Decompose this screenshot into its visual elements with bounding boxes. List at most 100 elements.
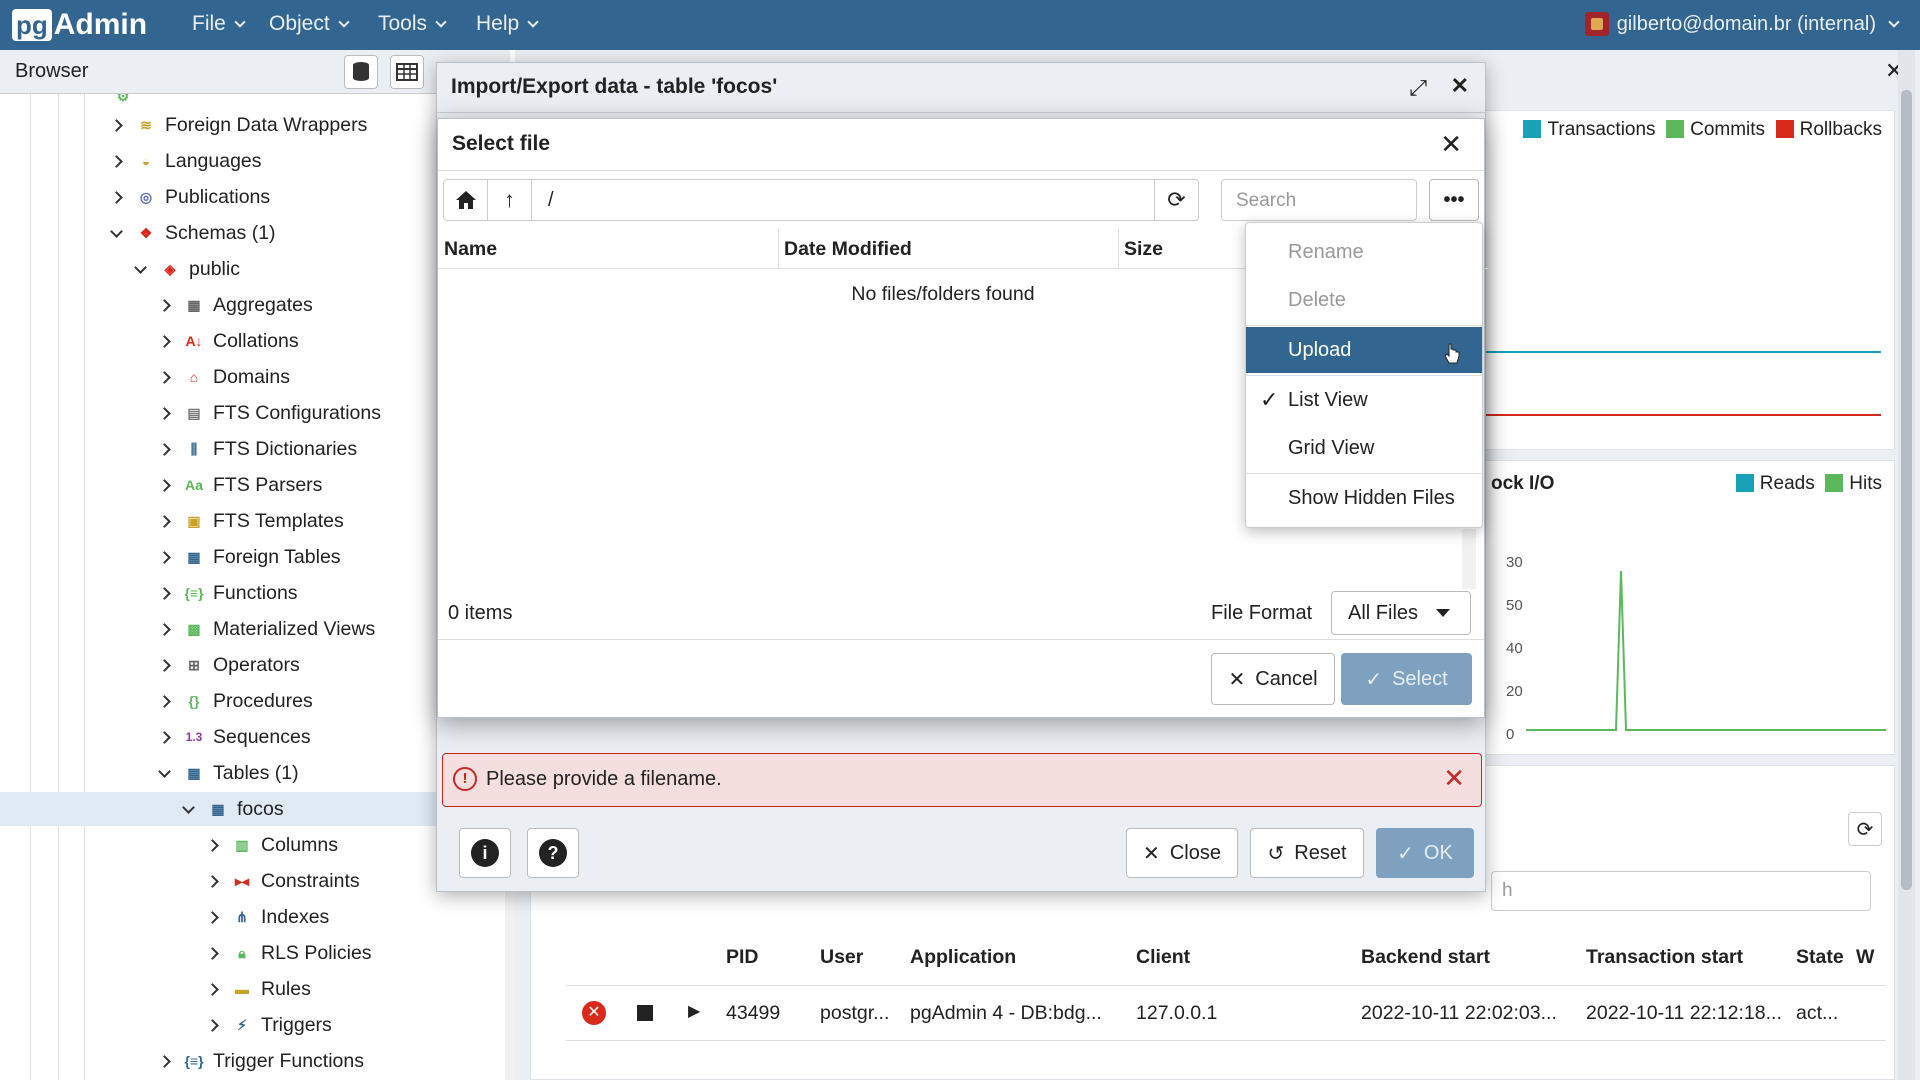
sequence-icon: 1.3 — [185, 730, 203, 744]
tree-node-procedures[interactable]: {} Procedures — [158, 684, 313, 718]
home-button[interactable] — [444, 180, 488, 220]
column-header-name[interactable]: Name — [444, 238, 497, 261]
menu-item-list-view[interactable]: ✓ List View — [1246, 377, 1482, 423]
table-icon — [396, 63, 418, 81]
tree-node-domains[interactable]: ⌂ Domains — [158, 360, 290, 394]
tree-node-operators[interactable]: ⊞ Operators — [158, 648, 300, 682]
close-icon[interactable]: ✕ — [1451, 73, 1469, 99]
tree-node-focos[interactable]: ▦ focos — [0, 792, 505, 826]
column-header[interactable]: W — [1856, 946, 1874, 969]
tree-node-constraints[interactable]: ▸◂ Constraints — [206, 864, 360, 898]
tree-node-languages[interactable]: ◒ Languages — [110, 144, 262, 178]
menu-item-rename[interactable]: Rename — [1246, 229, 1482, 275]
tree-node-fts-parsers[interactable]: Aa FTS Parsers — [158, 468, 322, 502]
activity-search-input[interactable]: h — [1491, 871, 1871, 911]
query-tool-button[interactable] — [344, 55, 378, 89]
menu-help[interactable]: Help — [476, 12, 539, 36]
column-header[interactable]: Transaction start — [1586, 946, 1743, 969]
tree-node-label: Publications — [165, 185, 271, 208]
column-header-date[interactable]: Date Modified — [784, 238, 912, 261]
tree-node-label: Operators — [213, 653, 300, 676]
path-input[interactable]: / — [548, 189, 554, 212]
tree-node-rls-policies[interactable]: 🔒︎ RLS Policies — [206, 936, 372, 970]
menu-item-show-hidden-files[interactable]: Show Hidden Files — [1246, 475, 1482, 521]
info-button[interactable]: i — [459, 828, 511, 878]
legend-swatch — [1825, 474, 1844, 492]
block-io-title: ock I/O — [1491, 473, 1555, 494]
home-icon — [455, 191, 476, 209]
menu-item-upload[interactable]: Upload — [1246, 327, 1482, 373]
menu-object[interactable]: Object — [269, 12, 350, 36]
trigger-function-icon: {≡} — [184, 1053, 204, 1069]
tree-node-materialized-views[interactable]: ▩ Materialized Views — [158, 612, 375, 646]
file-list-scrollbar[interactable] — [1462, 529, 1476, 589]
dashboard-scrollbar[interactable] — [1898, 50, 1915, 1080]
chevron-down-icon — [158, 764, 171, 778]
menu-item-grid-view[interactable]: Grid View — [1246, 425, 1482, 471]
tree-node-fts-configurations[interactable]: ▤ FTS Configurations — [158, 396, 381, 430]
column-header[interactable]: State — [1796, 946, 1844, 969]
file-search-input[interactable]: Search — [1221, 179, 1417, 221]
ok-button[interactable]: ✓ OK — [1376, 828, 1474, 878]
block-io-legend: Reads Hits — [1735, 473, 1882, 495]
expand-icon[interactable]: ▶ — [688, 1001, 700, 1021]
menu-file[interactable]: File — [192, 12, 246, 36]
tree-node-schemas[interactable]: ❖ Schemas (1) — [110, 216, 276, 250]
refresh-button[interactable]: ⟳ — [1154, 180, 1198, 220]
tree-node-label: Collations — [213, 329, 299, 352]
tree-node-columns[interactable]: ▥ Columns — [206, 828, 338, 862]
chevron-right-icon — [158, 442, 171, 456]
tree-node-foreign-tables[interactable]: ▦ Foreign Tables — [158, 540, 341, 574]
tree-node-foreign-data-wrappers[interactable]: ≋ Foreign Data Wrappers — [110, 108, 367, 142]
tree-node-collations[interactable]: A↓ Collations — [158, 324, 299, 358]
tree-node-triggers[interactable]: ⚡︎ Triggers — [206, 1008, 332, 1042]
tree-node-publications[interactable]: ◎ Publications — [110, 180, 271, 214]
tree-node-indexes[interactable]: ⋔ Indexes — [206, 900, 329, 934]
dialog-title: Import/Export data - table 'focos' — [451, 75, 778, 98]
menu-tools[interactable]: Tools — [378, 12, 447, 36]
logo-pg: pg — [12, 9, 52, 41]
user-menu[interactable]: gilberto@domain.br (internal) — [1584, 12, 1900, 36]
maximize-icon[interactable]: ⤢ — [1409, 75, 1427, 101]
column-header[interactable]: User — [820, 946, 863, 969]
view-data-button[interactable] — [390, 55, 424, 89]
column-header[interactable]: PID — [726, 946, 759, 969]
file-format-select[interactable]: All Files — [1331, 591, 1471, 635]
tree-node-tables[interactable]: ▦ Tables (1) — [158, 756, 299, 790]
tree-node-trigger-functions[interactable]: {≡} Trigger Functions — [158, 1044, 364, 1078]
menu-item-delete[interactable]: Delete — [1246, 277, 1482, 323]
column-header[interactable]: Client — [1136, 946, 1190, 969]
stop-icon[interactable] — [637, 1005, 653, 1021]
terminate-icon[interactable]: ✕ — [582, 1001, 606, 1025]
tree-node-rules[interactable]: ▬ Rules — [206, 972, 311, 1006]
tree-node-public[interactable]: ◈ public — [134, 252, 240, 286]
tree-node-aggregates[interactable]: ▦ Aggregates — [158, 288, 313, 322]
tree-node-functions[interactable]: {≡} Functions — [158, 576, 298, 610]
up-level-button[interactable]: ↑ — [488, 180, 532, 220]
close-icon[interactable]: ✕ — [1440, 129, 1462, 160]
refresh-button[interactable]: ⟳ — [1848, 812, 1882, 846]
pgadmin-logo[interactable]: pg Admin — [12, 6, 147, 44]
table-row: ✕ ▶ 43499 postgr... pgAdmin 4 - DB:bdg..… — [566, 986, 1886, 1041]
fts-parser-icon: Aa — [185, 477, 203, 493]
close-button[interactable]: ✕ Close — [1126, 828, 1238, 878]
dismiss-error-icon[interactable]: ✕ — [1443, 763, 1465, 794]
tick-label: 30 — [1506, 554, 1523, 571]
tree-node-fts-templates[interactable]: ▣ FTS Templates — [158, 504, 344, 538]
column-header-size[interactable]: Size — [1124, 238, 1163, 261]
tree-node-fts-dictionaries[interactable]: ⫼ FTS Dictionaries — [158, 432, 358, 466]
object-browser-tree: ⚙ ≋ Foreign Data Wrappers ◒ Languages ◎ Pub… — [0, 94, 505, 1080]
options-button[interactable]: ••• — [1429, 179, 1479, 221]
column-header[interactable]: Backend start — [1361, 946, 1490, 969]
column-header[interactable]: Application — [910, 946, 1016, 969]
reset-button[interactable]: ↺ Reset — [1250, 828, 1364, 878]
select-button[interactable]: ✓ Select — [1341, 653, 1472, 705]
tree-node-label: FTS Dictionaries — [213, 437, 358, 460]
tree-node-sequences[interactable]: 1.3 Sequences — [158, 720, 311, 754]
tree-node-label: Foreign Tables — [213, 545, 341, 568]
footer-divider — [438, 639, 1484, 640]
help-button[interactable]: ? — [527, 828, 579, 878]
tick-label: 0 — [1506, 726, 1515, 743]
tree-node-label: Sequences — [213, 725, 311, 748]
cancel-button[interactable]: ✕ Cancel — [1211, 653, 1335, 705]
